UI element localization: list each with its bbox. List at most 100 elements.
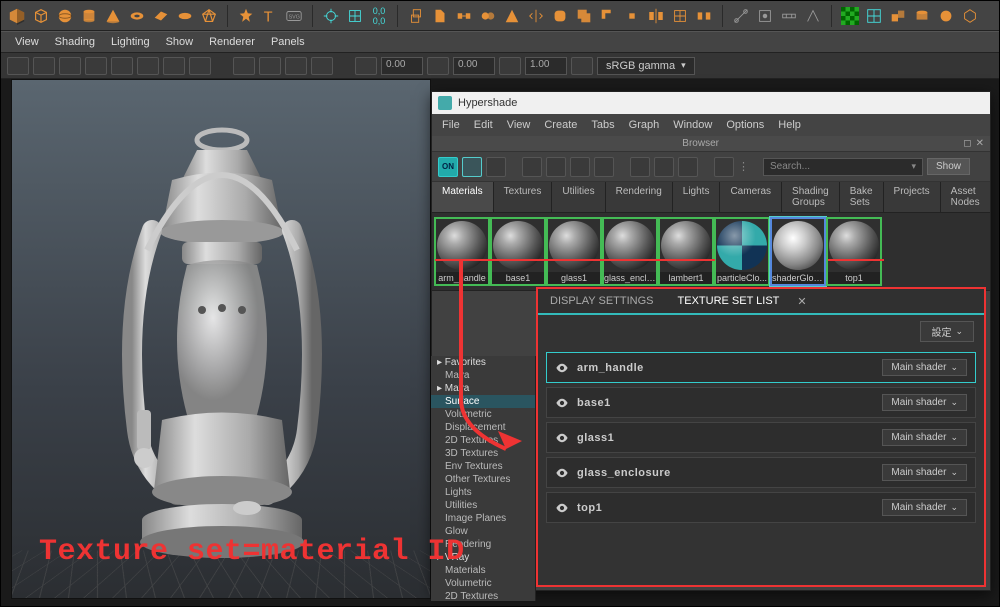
texture-set-row-base1[interactable]: base1Main shader⌄ <box>546 387 976 418</box>
lights-icon[interactable] <box>163 57 185 75</box>
swatch-lambert1[interactable]: lambert1 <box>658 217 714 286</box>
uv-checker-icon[interactable] <box>840 6 860 26</box>
colorspace-dropdown[interactable]: sRGB gamma▾ <box>597 57 695 75</box>
node-item-other-textures[interactable]: Other Textures <box>431 473 535 486</box>
shader-dropdown[interactable]: Main shader⌄ <box>882 394 967 411</box>
cone-icon[interactable] <box>103 6 123 26</box>
show-button[interactable]: Show <box>927 158 970 175</box>
multicut-icon[interactable] <box>731 6 751 26</box>
viewport[interactable] <box>11 79 431 599</box>
node-item-volumetric[interactable]: Volumetric <box>431 408 535 421</box>
hs-tab-rendering[interactable]: Rendering <box>606 182 673 212</box>
disc-icon[interactable] <box>175 6 195 26</box>
motion-blur-icon[interactable] <box>285 57 307 75</box>
quadrangulate-icon[interactable] <box>670 6 690 26</box>
iso-select-icon[interactable] <box>59 57 81 75</box>
tab-display-settings[interactable]: DISPLAY SETTINGS <box>538 289 666 313</box>
hs-tab-cameras[interactable]: Cameras <box>720 182 782 212</box>
gain-icon[interactable] <box>499 57 521 75</box>
wedge-icon[interactable] <box>502 6 522 26</box>
snap-axis-icon[interactable] <box>321 6 341 26</box>
node-item-maya[interactable]: Maya <box>431 369 535 382</box>
menu-renderer[interactable]: Renderer <box>209 36 255 48</box>
tab-texture-set-list[interactable]: TEXTURE SET LIST <box>666 289 792 315</box>
cube-icon[interactable] <box>7 6 27 26</box>
hypershade-titlebar[interactable]: Hypershade <box>432 92 990 114</box>
node-item-env-textures[interactable]: Env Textures <box>431 460 535 473</box>
hs-tab-textures[interactable]: Textures <box>494 182 553 212</box>
xray-icon[interactable] <box>233 57 255 75</box>
visibility-eye-icon[interactable] <box>555 466 569 480</box>
graph-mat-icon[interactable] <box>522 157 542 177</box>
hs-tab-shading-groups[interactable]: Shading Groups <box>782 182 840 212</box>
menu-show[interactable]: Show <box>166 36 194 48</box>
text-tool-icon[interactable]: T <box>260 6 280 26</box>
node-item-displacement[interactable]: Displacement <box>431 421 535 434</box>
uv-planar-icon[interactable] <box>888 6 908 26</box>
svg-tool-icon[interactable]: SVG <box>284 6 304 26</box>
node-item-3d-textures[interactable]: 3D Textures <box>431 447 535 460</box>
menu-lighting[interactable]: Lighting <box>111 36 150 48</box>
uv-auto-icon[interactable] <box>960 6 980 26</box>
graph-input-icon[interactable] <box>546 157 566 177</box>
target-weld-icon[interactable] <box>755 6 775 26</box>
visibility-eye-icon[interactable] <box>555 431 569 445</box>
menu-panels[interactable]: Panels <box>271 36 305 48</box>
node-item-lights[interactable]: Lights <box>431 486 535 499</box>
hs-tab-bake-sets[interactable]: Bake Sets <box>840 182 884 212</box>
exposure-field[interactable]: 0.00 <box>381 57 423 75</box>
hs-menu-help[interactable]: Help <box>778 119 801 131</box>
swatch-large-icon[interactable] <box>486 157 506 177</box>
torus-icon[interactable] <box>127 6 147 26</box>
star-icon[interactable] <box>236 6 256 26</box>
texture-set-row-arm_handle[interactable]: arm_handleMain shader⌄ <box>546 352 976 383</box>
wireframe-icon[interactable] <box>85 57 107 75</box>
swatch-glass1[interactable]: glass1 <box>546 217 602 286</box>
hs-menu-window[interactable]: Window <box>673 119 712 131</box>
graph-clear-icon[interactable] <box>594 157 614 177</box>
colorspace-icon[interactable] <box>571 57 593 75</box>
swatch-glass_enclo[interactable]: glass_enclo... <box>602 217 658 286</box>
node-item-maya[interactable]: ▸ Maya <box>431 382 535 395</box>
node-item-2d-textures[interactable]: 2D Textures <box>431 434 535 447</box>
swatch-shaderGlow1[interactable]: shaderGlow1 <box>770 217 826 286</box>
menu-shading[interactable]: Shading <box>55 36 95 48</box>
crease-icon[interactable] <box>803 6 823 26</box>
separate-icon[interactable] <box>694 6 714 26</box>
bin-icon[interactable] <box>714 157 734 177</box>
swatch-base1[interactable]: base1 <box>490 217 546 286</box>
snap-zero-icon[interactable]: 0,00,0 <box>369 6 389 26</box>
shaded-icon[interactable] <box>111 57 133 75</box>
wirecube-icon[interactable] <box>31 6 51 26</box>
offset-field[interactable]: 0.00 <box>453 57 495 75</box>
cam-select-icon[interactable] <box>7 57 29 75</box>
gain-field[interactable]: 1.00 <box>525 57 567 75</box>
merge-icon[interactable] <box>478 6 498 26</box>
plane-icon[interactable] <box>151 6 171 26</box>
hs-menu-create[interactable]: Create <box>544 119 577 131</box>
visibility-eye-icon[interactable] <box>555 361 569 375</box>
node-item-favorites[interactable]: ▸ Favorites <box>431 356 535 369</box>
settings-dropdown[interactable]: 設定⌄ <box>920 321 974 342</box>
bridge-icon[interactable] <box>454 6 474 26</box>
visibility-eye-icon[interactable] <box>555 501 569 515</box>
sort-type-icon[interactable] <box>654 157 674 177</box>
exposure-icon[interactable] <box>355 57 377 75</box>
shader-dropdown[interactable]: Main shader⌄ <box>882 499 967 516</box>
menu-view[interactable]: View <box>15 36 39 48</box>
ao-icon[interactable] <box>259 57 281 75</box>
uv-cyl-icon[interactable] <box>912 6 932 26</box>
node-item-utilities[interactable]: Utilities <box>431 499 535 512</box>
node-item-image-planes[interactable]: Image Planes <box>431 512 535 525</box>
flip-icon[interactable] <box>526 6 546 26</box>
hs-tab-lights[interactable]: Lights <box>673 182 721 212</box>
visibility-eye-icon[interactable] <box>555 396 569 410</box>
shadows-icon[interactable] <box>189 57 211 75</box>
texture-set-row-top1[interactable]: top1Main shader⌄ <box>546 492 976 523</box>
cam-bookmark-icon[interactable] <box>33 57 55 75</box>
bool-union-icon[interactable] <box>574 6 594 26</box>
uv-sphere-icon[interactable] <box>936 6 956 26</box>
hs-tab-utilities[interactable]: Utilities <box>552 182 605 212</box>
work-area-on-icon[interactable]: ON <box>438 157 458 177</box>
node-item-surface[interactable]: Surface <box>431 395 535 408</box>
